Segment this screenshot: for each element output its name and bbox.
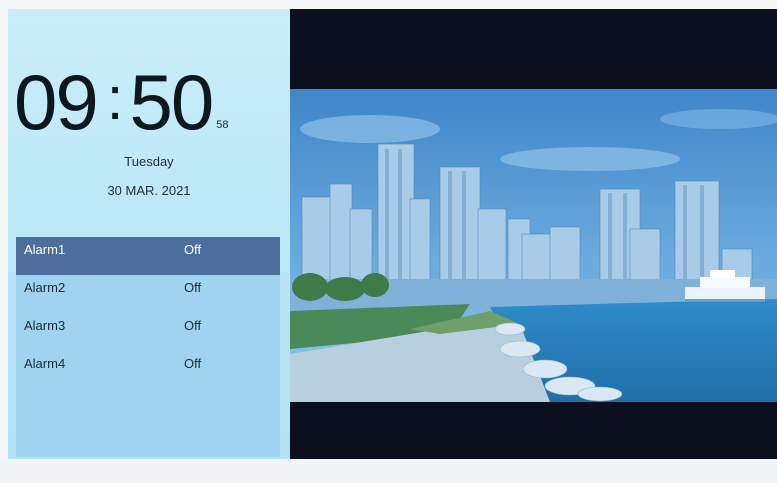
wallpaper-photo bbox=[290, 89, 777, 402]
clock-hours: 09 bbox=[14, 58, 99, 146]
alarm-name: Alarm1 bbox=[24, 242, 66, 257]
alarm-state: Off bbox=[184, 356, 202, 371]
alarm-item-3[interactable]: Alarm3 Off bbox=[16, 313, 280, 351]
weekday-label: Tuesday bbox=[124, 154, 174, 169]
alarm-state: Off bbox=[184, 318, 202, 333]
alarm-name: Alarm3 bbox=[24, 318, 66, 333]
alarm-state: Off bbox=[184, 242, 202, 257]
city-skyline-image bbox=[290, 89, 777, 402]
clock-minutes: 50 bbox=[129, 58, 214, 146]
alarm-item-1[interactable]: Alarm1 Off bbox=[16, 237, 280, 275]
clock-panel: 09:50 58 Tuesday 30 MAR. 2021 Alarm1 Off … bbox=[8, 9, 290, 459]
clock-separator: : bbox=[106, 65, 124, 132]
date-label: 30 MAR. 2021 bbox=[107, 183, 191, 198]
screen-bezel bbox=[0, 459, 777, 483]
alarm-name: Alarm4 bbox=[24, 356, 66, 371]
digital-clock: 09:50 58 bbox=[14, 57, 228, 147]
display-screen: 09:50 58 Tuesday 30 MAR. 2021 Alarm1 Off … bbox=[8, 9, 777, 459]
clock-seconds: 58 bbox=[216, 119, 229, 131]
alarm-state: Off bbox=[184, 280, 202, 295]
alarm-item-4[interactable]: Alarm4 Off bbox=[16, 351, 280, 389]
alarm-item-2[interactable]: Alarm2 Off bbox=[16, 275, 280, 313]
alarm-list: Alarm1 Off Alarm2 Off Alarm3 Off Alarm4 … bbox=[16, 237, 280, 457]
alarm-name: Alarm2 bbox=[24, 280, 66, 295]
